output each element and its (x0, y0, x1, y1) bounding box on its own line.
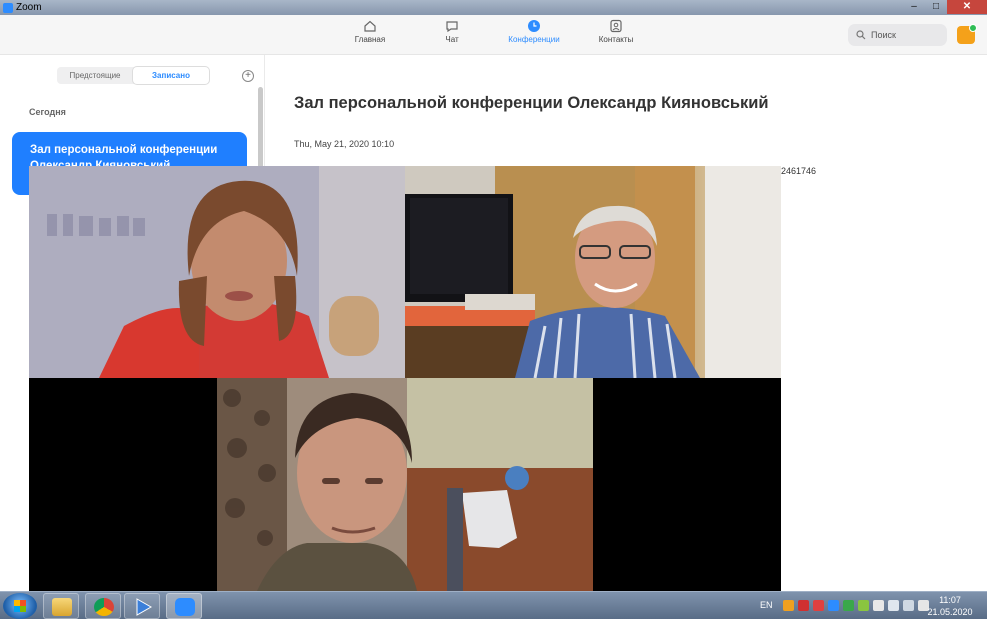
play-icon (136, 598, 153, 616)
clock-date: 21.05.2020 (927, 607, 973, 617)
meetings-segment-control: Предстоящие Записано (57, 67, 209, 84)
zoom-app-icon (3, 2, 13, 13)
nav-meetings[interactable]: Конференции (499, 19, 569, 44)
taskbar-explorer[interactable] (43, 593, 79, 619)
system-tray (783, 600, 929, 611)
clock-time: 11:07 (939, 595, 961, 605)
chat-icon (446, 21, 458, 33)
contacts-icon (610, 19, 622, 33)
nav-home[interactable]: Главная (335, 19, 405, 44)
top-navigation: Главная Чат Конференции Контакты Поиск (0, 15, 987, 55)
folder-icon (52, 598, 72, 616)
taskbar-chrome[interactable] (85, 593, 121, 619)
windows-taskbar: EN 11:07 21.05.2020 (0, 591, 987, 619)
start-button[interactable] (3, 593, 37, 619)
window-titlebar: Zoom – □ ✕ (0, 0, 987, 15)
nav-meetings-label: Конференции (508, 35, 560, 44)
flag-icon[interactable] (873, 600, 884, 611)
taskbar-media-player[interactable] (124, 593, 160, 619)
nav-chat-label: Чат (445, 35, 459, 44)
add-meeting-button[interactable]: + (242, 70, 254, 82)
page-title: Зал персональной конференции Олександр К… (294, 94, 769, 112)
search-input[interactable]: Поиск (848, 24, 947, 46)
taskbar-zoom[interactable] (166, 593, 202, 619)
participant-3-video-image (217, 378, 593, 591)
tab-recorded[interactable]: Записано (133, 67, 209, 84)
tray-app-icon[interactable] (843, 600, 854, 611)
tray-app-icon[interactable] (798, 600, 809, 611)
zoom-icon (175, 598, 195, 616)
meeting-id: 2461746 (781, 166, 817, 176)
nav-home-label: Главная (354, 35, 386, 44)
tray-app-icon[interactable] (858, 600, 869, 611)
window-title: Zoom (16, 2, 42, 13)
tab-upcoming[interactable]: Предстоящие (57, 67, 133, 84)
section-today: Сегодня (29, 107, 66, 117)
search-icon (856, 30, 866, 40)
nav-chat[interactable]: Чат (417, 19, 487, 44)
video-tile-participant-3 (217, 378, 593, 591)
participant-1-video-image (29, 166, 405, 378)
meeting-date: Thu, May 21, 2020 10:10 (294, 139, 395, 149)
clock-icon (528, 20, 540, 32)
system-clock[interactable]: 11:07 21.05.2020 (922, 594, 978, 618)
tray-app-icon[interactable] (813, 600, 824, 611)
close-button[interactable]: ✕ (947, 0, 987, 14)
nav-contacts-label: Контакты (598, 35, 634, 44)
tray-app-icon[interactable] (828, 600, 839, 611)
window-controls: – □ ✕ (903, 0, 987, 15)
video-gallery (29, 166, 781, 591)
minimize-button[interactable]: – (903, 0, 925, 14)
search-placeholder: Поиск (871, 30, 896, 40)
participant-2-video-image (405, 166, 781, 378)
home-icon (364, 20, 376, 32)
nav-contacts[interactable]: Контакты (581, 19, 651, 44)
network-icon[interactable] (888, 600, 899, 611)
maximize-button[interactable]: □ (925, 0, 947, 14)
avatar[interactable] (957, 24, 977, 44)
language-indicator[interactable]: EN (760, 600, 773, 610)
video-tile-participant-1 (29, 166, 405, 378)
chrome-icon (94, 598, 114, 616)
monitor-icon[interactable] (903, 600, 914, 611)
video-tile-participant-2 (405, 166, 781, 378)
tray-app-icon[interactable] (783, 600, 794, 611)
